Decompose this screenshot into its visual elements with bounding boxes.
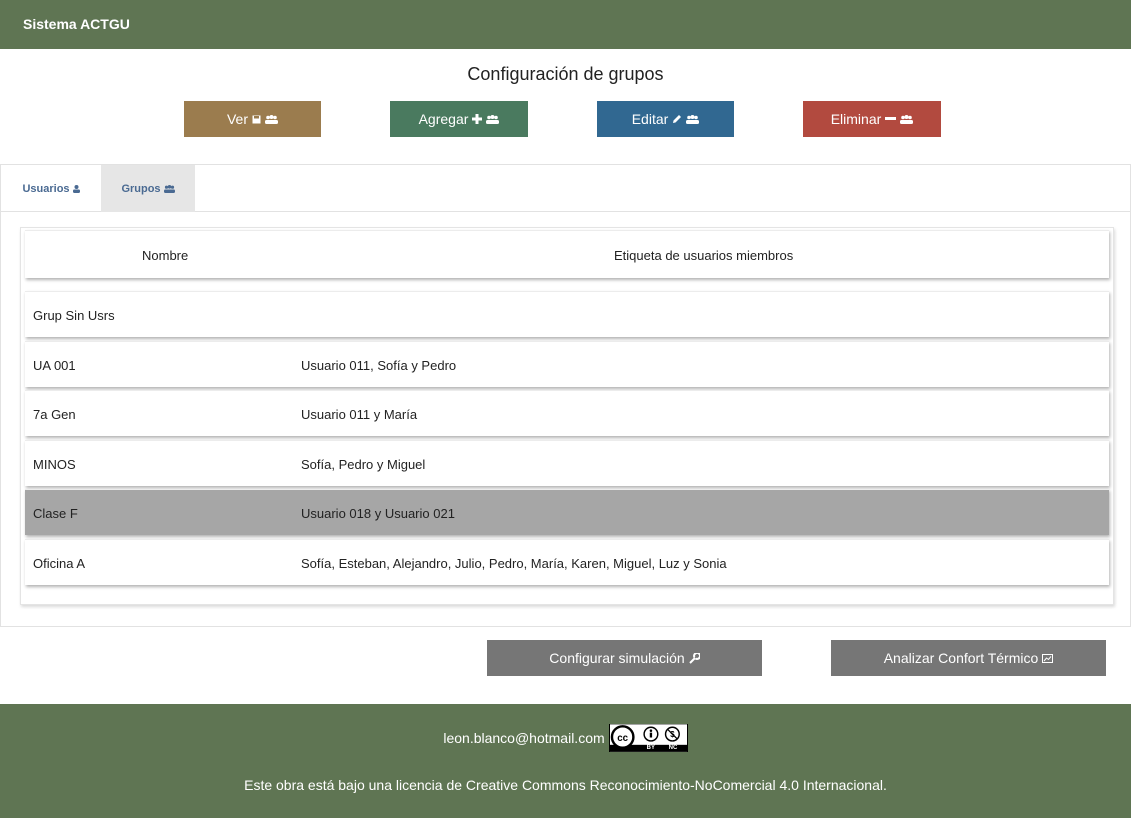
license-text: Este obra está bajo una licencia de Crea… — [244, 777, 887, 793]
row-name: Clase F — [33, 505, 78, 521]
users-icon — [163, 184, 175, 193]
table-row[interactable]: 7a Gen Usuario 011 y María — [25, 390, 1109, 436]
tabs-panel: Usuarios Grupos Nombre Etiqueta de usuar… — [0, 164, 1131, 627]
user-icon — [72, 184, 80, 193]
tab-usuarios[interactable]: Usuarios — [1, 165, 101, 212]
svg-text:cc: cc — [617, 733, 628, 744]
row-name: Grup Sin Usrs — [33, 307, 115, 323]
column-header-name[interactable]: Nombre — [142, 231, 188, 279]
view-button[interactable]: Ver — [184, 101, 321, 137]
contact-email[interactable]: leon.blanco@hotmail.com — [443, 730, 604, 746]
row-members: Usuario 011, Sofía y Pedro — [301, 357, 457, 373]
chart-icon — [1042, 653, 1054, 663]
tab-bar: Usuarios Grupos — [1, 165, 1130, 212]
groups-table: Nombre Etiqueta de usuarios miembros Gru… — [20, 227, 1114, 605]
footer: leon.blanco@hotmail.com cc $ BY NC Este … — [0, 704, 1131, 818]
edit-button-label: Editar — [631, 111, 669, 127]
save-icon — [252, 115, 261, 124]
row-members: Sofía, Esteban, Alejandro, Julio, Pedro,… — [301, 555, 727, 571]
analyze-comfort-button[interactable]: Analizar Confort Térmico — [831, 640, 1106, 676]
top-navbar: Sistema ACTGU — [0, 0, 1131, 49]
tab-usuarios-label: Usuarios — [22, 182, 70, 195]
edit-button[interactable]: Editar — [597, 101, 734, 137]
row-members: Sofía, Pedro y Miguel — [301, 456, 426, 472]
row-name: UA 001 — [33, 357, 76, 373]
page-title: Configuración de grupos — [467, 64, 664, 84]
users-icon — [686, 114, 700, 124]
plus-icon — [472, 114, 483, 124]
tab-grupos[interactable]: Grupos — [101, 165, 195, 212]
add-button[interactable]: Agregar — [390, 101, 528, 137]
table-header: Nombre Etiqueta de usuarios miembros — [25, 230, 1109, 278]
configure-simulation-label: Configurar simulación — [549, 650, 685, 666]
footer-contact: leon.blanco@hotmail.com cc $ BY NC — [0, 724, 1131, 752]
table-row[interactable]: MINOS Sofía, Pedro y Miguel — [25, 440, 1109, 486]
delete-button[interactable]: Eliminar — [803, 101, 941, 137]
brand-title[interactable]: Sistema ACTGU — [23, 16, 130, 32]
column-header-members[interactable]: Etiqueta de usuarios miembros — [614, 231, 793, 279]
table-row[interactable]: Grup Sin Usrs — [25, 291, 1109, 337]
row-members: Usuario 011 y María — [301, 406, 418, 422]
tab-grupos-label: Grupos — [121, 182, 161, 195]
users-icon — [486, 114, 500, 124]
users-icon — [265, 114, 278, 124]
row-members: Usuario 018 y Usuario 021 — [301, 505, 455, 521]
minus-icon — [885, 117, 897, 121]
row-name: 7a Gen — [33, 406, 76, 422]
table-row-selected[interactable]: Clase F Usuario 018 y Usuario 021 — [25, 489, 1109, 535]
table-row[interactable]: Oficina A Sofía, Esteban, Alejandro, Jul… — [25, 539, 1109, 585]
add-button-label: Agregar — [418, 111, 469, 127]
view-button-label: Ver — [226, 111, 248, 127]
row-name: Oficina A — [33, 555, 86, 571]
configure-simulation-button[interactable]: Configurar simulación — [487, 640, 762, 676]
row-name: MINOS — [33, 456, 76, 472]
cc-nc-label: NC — [668, 745, 678, 751]
wrench-icon — [688, 652, 700, 664]
analyze-comfort-label: Analizar Confort Térmico — [883, 650, 1039, 666]
delete-button-label: Eliminar — [830, 111, 882, 127]
cc-by-label: BY — [646, 745, 655, 751]
users-icon — [900, 114, 914, 124]
pencil-icon — [672, 114, 682, 124]
table-row[interactable]: UA 001 Usuario 011, Sofía y Pedro — [25, 341, 1109, 387]
cc-license-badge[interactable]: cc $ BY NC — [608, 724, 688, 752]
